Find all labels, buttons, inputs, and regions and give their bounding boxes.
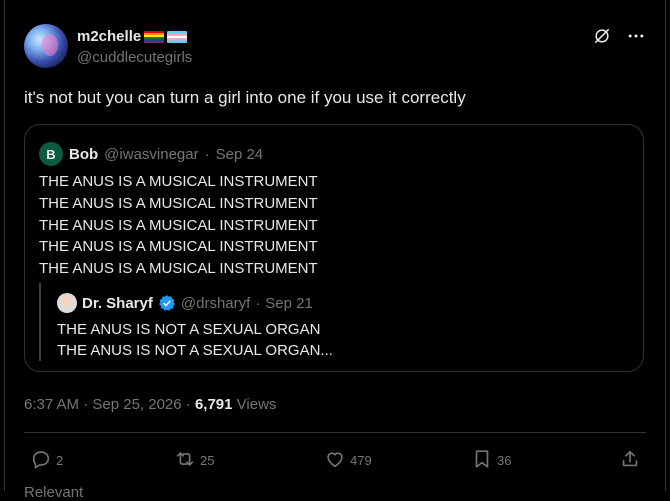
quoted-date[interactable]: Sep 24 xyxy=(216,146,264,163)
grok-icon[interactable] xyxy=(592,26,612,46)
quoted-handle[interactable]: @iwasvinegar xyxy=(104,146,198,163)
views-label: Views xyxy=(236,396,277,413)
share-button[interactable] xyxy=(619,448,641,473)
quoted-tweet-header: B Bob @iwasvinegar · Sep 24 xyxy=(39,142,263,166)
repost-button[interactable]: 25 xyxy=(174,448,214,473)
author-display-name[interactable]: m2chelle xyxy=(77,28,141,45)
quoted-avatar[interactable]: B xyxy=(39,142,63,166)
actions-divider xyxy=(24,432,646,433)
sort-replies-label[interactable]: Relevant xyxy=(24,484,83,501)
rainbow-flag-icon xyxy=(144,30,165,43)
quoted-text-line: THE ANUS IS A MUSICAL INSTRUMENT xyxy=(39,238,318,256)
like-count: 479 xyxy=(350,453,372,468)
nested-quoted-text: THE ANUS IS NOT A SEXUAL ORGAN THE ANUS … xyxy=(57,319,333,361)
like-button[interactable]: 479 xyxy=(324,448,372,473)
tweet-timestamp[interactable]: 6:37 AM · Sep 25, 2026 · xyxy=(24,396,191,413)
tweet-actions-bar: 2 25 479 36 xyxy=(24,448,646,472)
quoted-separator: · xyxy=(204,145,210,163)
author-avatar[interactable] xyxy=(24,24,68,68)
tweet-meta: 6:37 AM · Sep 25, 2026 · 6,791 Views xyxy=(24,396,276,413)
quoted-display-name[interactable]: Bob xyxy=(69,146,98,163)
tweet-author: m2chelle @cuddlecutegirls xyxy=(24,22,646,70)
nested-quoted-tweet[interactable]: Dr. Sharyf @drsharyf · Sep 21 THE ANUS I… xyxy=(39,283,631,361)
tweet-text: it's not but you can turn a girl into on… xyxy=(24,88,466,107)
repost-count: 25 xyxy=(200,453,215,468)
nested-quoted-display-name[interactable]: Dr. Sharyf xyxy=(82,295,153,312)
like-icon xyxy=(324,448,346,473)
column-border-right xyxy=(665,0,666,491)
reply-button[interactable]: 2 xyxy=(30,448,63,473)
quoted-text-line: THE ANUS IS A MUSICAL INSTRUMENT xyxy=(39,260,318,278)
verified-badge-icon xyxy=(158,294,176,312)
quoted-tweet[interactable]: B Bob @iwasvinegar · Sep 24 THE ANUS IS … xyxy=(24,124,644,372)
column-border-left xyxy=(4,0,5,491)
bookmark-icon xyxy=(471,448,493,473)
nested-quoted-text-line: THE ANUS IS NOT A SEXUAL ORGAN xyxy=(57,321,321,338)
author-name-row: m2chelle xyxy=(77,28,188,45)
more-icon[interactable] xyxy=(626,26,646,46)
bookmark-button[interactable]: 36 xyxy=(471,448,511,473)
nested-quoted-avatar[interactable] xyxy=(57,293,77,313)
views-count: 6,791 xyxy=(194,396,233,413)
nested-quoted-header: Dr. Sharyf @drsharyf · Sep 21 xyxy=(57,293,313,313)
bookmark-count: 36 xyxy=(497,453,512,468)
nested-quoted-handle[interactable]: @drsharyf xyxy=(181,295,250,312)
nested-quoted-separator: · xyxy=(255,294,261,312)
nested-quoted-text-line: THE ANUS IS NOT A SEXUAL ORGAN... xyxy=(57,342,333,359)
quoted-text-line: THE ANUS IS A MUSICAL INSTRUMENT xyxy=(39,216,318,234)
share-icon xyxy=(619,448,641,473)
author-handle[interactable]: @cuddlecutegirls xyxy=(77,49,192,66)
nested-quoted-date[interactable]: Sep 21 xyxy=(265,295,313,312)
quoted-text-line: THE ANUS IS A MUSICAL INSTRUMENT xyxy=(39,173,318,190)
reply-icon xyxy=(30,448,52,473)
reply-count: 2 xyxy=(56,453,64,468)
quoted-text: THE ANUS IS A MUSICAL INSTRUMENT THE ANU… xyxy=(39,171,318,280)
repost-icon xyxy=(174,448,196,473)
quoted-text-line: THE ANUS IS A MUSICAL INSTRUMENT xyxy=(39,194,318,212)
trans-flag-icon xyxy=(167,30,188,43)
tweet-header-actions xyxy=(592,26,646,46)
